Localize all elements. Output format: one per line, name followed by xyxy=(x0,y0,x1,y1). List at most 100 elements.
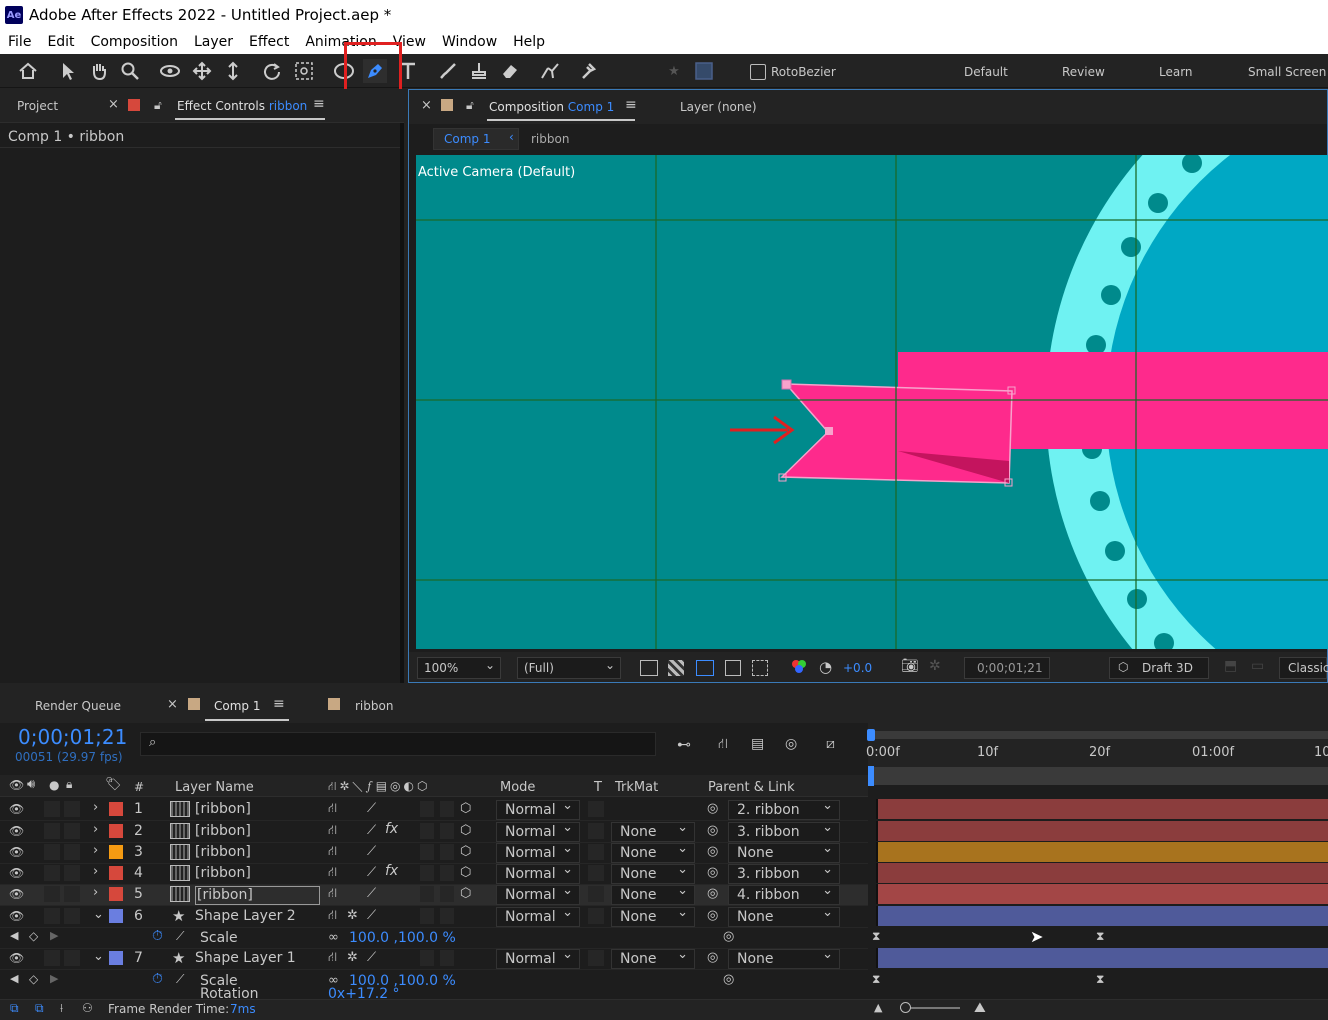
property-value[interactable]: 100.0 ,100.0 % xyxy=(349,930,456,946)
expression-pickwhip-icon[interactable]: ◎ xyxy=(723,929,734,944)
collapse-switch-icon[interactable]: ✲ xyxy=(347,950,358,965)
layer-duration-bar[interactable] xyxy=(876,884,1328,904)
layer-duration-bar[interactable] xyxy=(876,842,1328,862)
solo-toggle[interactable] xyxy=(44,886,60,902)
keyframe-marker[interactable]: ⧗ xyxy=(872,972,880,987)
layer-label-color[interactable] xyxy=(109,845,123,859)
quality-switch-icon[interactable]: ⟋ xyxy=(367,865,376,880)
hand-icon[interactable] xyxy=(87,59,111,83)
eraser-icon[interactable] xyxy=(498,59,522,83)
quality-switch-icon[interactable]: ⟋ xyxy=(367,950,376,965)
home-icon[interactable] xyxy=(16,59,40,83)
column-layer-name[interactable]: Layer Name xyxy=(175,780,254,795)
workspace-review[interactable]: Review xyxy=(1062,65,1105,79)
resolution-dropdown[interactable]: (Full) ⌄ xyxy=(517,657,621,679)
column-parent-link[interactable]: Parent & Link xyxy=(708,780,795,795)
solo-toggle[interactable] xyxy=(44,950,60,966)
pickwhip-icon[interactable]: ◎ xyxy=(707,886,718,901)
solo-toggle[interactable] xyxy=(44,823,60,839)
parent-dropdown[interactable]: None ⌄ xyxy=(728,905,840,927)
panel-menu-icon[interactable]: ≡ xyxy=(273,696,285,712)
mode-dropdown[interactable]: Normal ⌄ xyxy=(496,947,580,969)
graph-icon[interactable]: ⟋ xyxy=(176,972,184,987)
eye-icon[interactable]: 👁︎ xyxy=(9,951,24,965)
preserve-transparency-toggle[interactable] xyxy=(588,823,604,839)
menu-window[interactable]: Window xyxy=(434,34,505,50)
chevron-right-icon[interactable]: › xyxy=(93,843,98,858)
frame-blending-icon[interactable]: ▤ xyxy=(751,736,764,752)
motion-blur-switch[interactable] xyxy=(420,801,434,817)
3d-layer-icon[interactable]: ⬡ xyxy=(460,823,471,838)
eye-icon[interactable]: 👁︎ xyxy=(9,909,24,923)
quality-switch-icon[interactable]: ⟋ xyxy=(367,908,376,923)
zoom-in-icon[interactable]: ⛰ xyxy=(974,1000,986,1016)
trkmat-dropdown[interactable]: None ⌄ xyxy=(611,820,695,842)
tab-effect-controls[interactable]: Effect Controls ribbon xyxy=(177,99,307,113)
rotation-icon[interactable] xyxy=(260,59,284,83)
layer-label-color[interactable] xyxy=(109,824,123,838)
pickwhip-icon[interactable]: ◎ xyxy=(707,823,718,838)
trkmat-dropdown[interactable]: None ⌄ xyxy=(611,905,695,927)
views-layout-icon[interactable]: ▭ xyxy=(1251,658,1264,674)
zoom-dropdown[interactable]: 100% ⌄ xyxy=(417,657,501,679)
tab-render-queue[interactable]: Render Queue xyxy=(35,699,121,713)
shy-switch-icon[interactable]: ⛙ xyxy=(328,844,337,861)
chevron-right-icon[interactable]: › xyxy=(93,822,98,837)
fast-previews-icon[interactable] xyxy=(640,660,658,676)
keyframe-marker[interactable]: ⧗ xyxy=(872,929,880,944)
adjustment-switch[interactable] xyxy=(440,844,454,860)
stopwatch-icon[interactable]: ⏱︎ xyxy=(152,971,163,987)
chevron-down-icon[interactable]: ⌄ xyxy=(93,907,104,922)
chevron-right-icon[interactable]: › xyxy=(93,885,98,900)
adjustment-switch[interactable] xyxy=(440,823,454,839)
snapping-icon[interactable] xyxy=(692,59,716,83)
workspace-learn[interactable]: Learn xyxy=(1159,65,1193,79)
puppet-pin-icon[interactable] xyxy=(577,59,601,83)
preserve-transparency-toggle[interactable] xyxy=(588,865,604,881)
mode-dropdown[interactable]: Normal ⌄ xyxy=(496,798,580,820)
grid-guides-icon[interactable] xyxy=(752,660,768,676)
region-of-interest-icon[interactable] xyxy=(725,660,741,676)
3d-view-icon[interactable]: ⬒ xyxy=(1224,658,1237,674)
layer-label-color[interactable] xyxy=(109,951,123,965)
timecode-field[interactable]: 0;00;01;21 xyxy=(964,657,1050,679)
preserve-transparency-toggle[interactable] xyxy=(588,886,604,902)
camera-snapshot-icon[interactable]: 📷︎ xyxy=(901,658,919,674)
selection-icon[interactable] xyxy=(56,59,80,83)
chevron-right-icon[interactable]: › xyxy=(93,864,98,879)
rotobezier-checkbox[interactable] xyxy=(750,64,766,80)
3d-layer-icon[interactable]: ⬡ xyxy=(460,865,471,880)
comp-flowchart-icon[interactable]: ⧉ xyxy=(10,1001,19,1016)
clone-stamp-icon[interactable] xyxy=(467,59,491,83)
parent-dropdown[interactable]: None ⌄ xyxy=(728,841,840,863)
lock-toggle[interactable] xyxy=(64,950,80,966)
layer-duration-bar[interactable] xyxy=(876,821,1328,841)
motion-blur-switch[interactable] xyxy=(420,844,434,860)
solo-toggle[interactable] xyxy=(44,865,60,881)
layer-duration-bar[interactable] xyxy=(876,906,1328,926)
adjustment-switch[interactable] xyxy=(440,801,454,817)
comp-mini-flowchart-icon[interactable]: ⊷ xyxy=(677,737,691,753)
lock-toggle[interactable] xyxy=(64,908,80,924)
close-icon[interactable]: × xyxy=(421,98,432,113)
zoom-out-icon[interactable]: ▲ xyxy=(874,1001,882,1014)
property-value[interactable]: 0x+17.2 ° xyxy=(328,986,400,999)
motion-blur-switch[interactable] xyxy=(420,908,434,924)
toggle-switches-icon[interactable]: ⧉ xyxy=(35,1001,44,1016)
tab-project[interactable]: Project xyxy=(17,99,58,113)
layer-name[interactable]: [ribbon] xyxy=(195,865,251,881)
shy-switch-icon[interactable]: ⛙ xyxy=(328,950,337,967)
render-time-icon[interactable]: ⚇ xyxy=(82,1001,93,1015)
transparency-grid-icon[interactable] xyxy=(668,660,684,676)
menu-file[interactable]: File xyxy=(0,34,39,50)
lock-toggle[interactable] xyxy=(64,886,80,902)
parent-dropdown[interactable]: 3. ribbon ⌄ xyxy=(728,820,840,842)
work-area-bar[interactable] xyxy=(870,731,1328,739)
pickwhip-icon[interactable]: ◎ xyxy=(707,950,718,965)
layer-name[interactable]: [ribbon] xyxy=(195,844,251,860)
renderer-button[interactable]: ⬡ Draft 3D xyxy=(1109,657,1209,679)
chevron-right-icon[interactable]: › xyxy=(93,800,98,815)
menu-composition[interactable]: Composition xyxy=(83,34,186,50)
keyframe-marker[interactable]: ⧗ xyxy=(1096,972,1104,987)
lock-icon[interactable]: 🔓︎ xyxy=(466,98,474,113)
